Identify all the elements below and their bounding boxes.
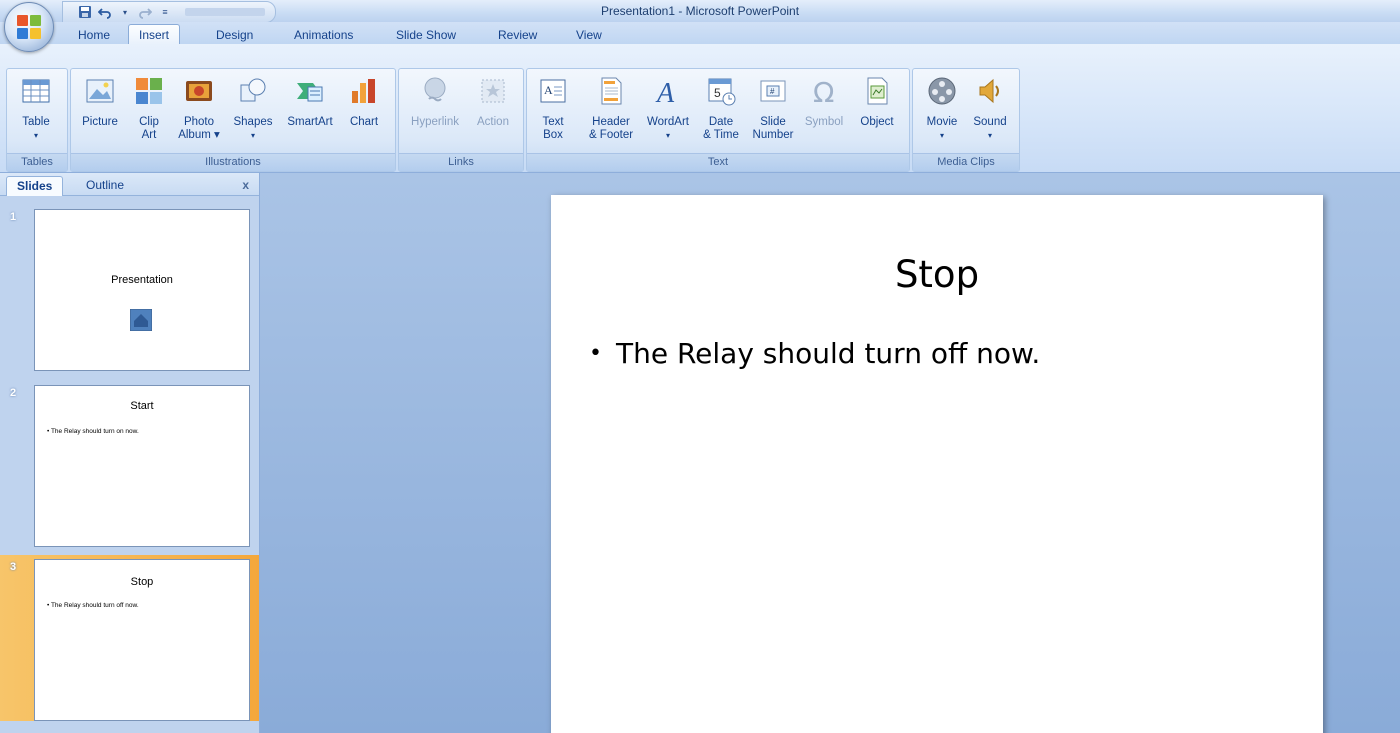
action-button: Action bbox=[469, 75, 517, 129]
movie-button[interactable]: Movie ▾ bbox=[919, 75, 965, 142]
slide-thumbnail-row[interactable]: 1 Presentation bbox=[0, 205, 259, 371]
office-button[interactable] bbox=[4, 2, 54, 52]
thumbnail-bullet: • The Relay should turn on now. bbox=[47, 428, 139, 435]
slide-title[interactable]: Stop bbox=[551, 253, 1323, 296]
tab-slides[interactable]: Slides bbox=[6, 176, 64, 196]
title-bar: ▾ ≡ Presentation1 - Microsoft PowerPoint bbox=[0, 0, 1400, 23]
ribbon: Table ▾ Tables Picture Clip Art Photo Al… bbox=[0, 44, 1400, 173]
tab-slide-show[interactable]: Slide Show bbox=[386, 26, 466, 44]
slide-number-icon: # bbox=[760, 80, 786, 102]
wordart-button[interactable]: A WordArt ▾ bbox=[643, 75, 693, 142]
slide-thumbnail[interactable]: Start • The Relay should turn on now. bbox=[34, 385, 250, 547]
slide-number-button[interactable]: # Slide Number bbox=[747, 75, 799, 142]
chart-button[interactable]: Chart bbox=[341, 75, 387, 129]
clip-art-icon bbox=[136, 78, 162, 104]
slide-number: 3 bbox=[10, 561, 17, 573]
smartart-button[interactable]: SmartArt bbox=[281, 75, 339, 129]
speaker-icon bbox=[979, 78, 999, 104]
table-icon bbox=[22, 79, 50, 103]
object-button[interactable]: Object bbox=[851, 75, 903, 129]
group-tables: Table ▾ Tables bbox=[6, 68, 68, 172]
bullet-text: The Relay should turn off now. bbox=[615, 337, 1041, 370]
wordart-icon: A bbox=[655, 78, 675, 109]
svg-text:Ω: Ω bbox=[813, 76, 834, 107]
office-logo-icon bbox=[17, 15, 41, 39]
action-icon bbox=[481, 79, 505, 103]
tab-review[interactable]: Review bbox=[488, 26, 547, 44]
group-label-text: Text bbox=[527, 153, 909, 171]
home-action-button-icon bbox=[130, 309, 152, 331]
tab-animations[interactable]: Animations bbox=[284, 26, 363, 44]
hyperlink-button: Hyperlink bbox=[403, 75, 467, 129]
date-time-icon: 5 bbox=[708, 78, 736, 106]
current-slide[interactable]: Stop • The Relay should turn off now. bbox=[551, 195, 1323, 733]
photo-album-button[interactable]: Photo Album ▾ bbox=[173, 75, 225, 142]
svg-text:A: A bbox=[544, 83, 553, 97]
tab-outline[interactable]: Outline bbox=[76, 176, 134, 195]
movie-reel-icon bbox=[928, 77, 956, 105]
sound-button[interactable]: Sound ▾ bbox=[967, 75, 1013, 142]
svg-text:A: A bbox=[655, 78, 675, 107]
slide-thumbnail-row[interactable]: 2 Start • The Relay should turn on now. bbox=[0, 381, 259, 547]
text-box-button[interactable]: A Text Box bbox=[533, 75, 573, 142]
tab-view[interactable]: View bbox=[566, 26, 612, 44]
smartart-icon bbox=[297, 83, 323, 102]
header-footer-button[interactable]: Header & Footer bbox=[581, 75, 641, 142]
close-pane-icon[interactable]: x bbox=[242, 178, 249, 192]
svg-text:5: 5 bbox=[714, 86, 721, 100]
slide-editing-area: Stop • The Relay should turn off now. bbox=[260, 173, 1400, 733]
group-label-illustrations: Illustrations bbox=[71, 153, 395, 171]
table-button[interactable]: Table ▾ bbox=[13, 75, 59, 142]
thumbnail-title: Presentation bbox=[111, 274, 173, 286]
hyperlink-icon bbox=[424, 77, 446, 102]
thumbnail-bullet: • The Relay should turn off now. bbox=[47, 602, 139, 609]
text-box-icon: A bbox=[540, 79, 566, 103]
picture-button[interactable]: Picture bbox=[75, 75, 125, 129]
clip-art-button[interactable]: Clip Art bbox=[129, 75, 169, 142]
group-label-links: Links bbox=[399, 153, 523, 171]
thumbnail-title: Stop bbox=[130, 576, 154, 588]
window-title: Presentation1 - Microsoft PowerPoint bbox=[600, 4, 800, 18]
ribbon-tabs: Home Insert Design Animations Slide Show… bbox=[0, 22, 1400, 45]
slide-thumbnail-row-selected[interactable]: 3 Stop • The Relay should turn off now. bbox=[0, 555, 259, 721]
group-label-tables: Tables bbox=[7, 153, 67, 171]
slide-bullet-text[interactable]: • The Relay should turn off now. bbox=[589, 337, 1040, 370]
group-links: Hyperlink Action Links bbox=[398, 68, 524, 172]
photo-album-icon bbox=[186, 81, 212, 101]
shapes-icon bbox=[240, 78, 266, 102]
shapes-button[interactable]: Shapes ▾ bbox=[229, 75, 277, 142]
header-footer-icon bbox=[601, 77, 622, 105]
tab-home[interactable]: Home bbox=[68, 26, 120, 44]
group-illustrations: Picture Clip Art Photo Album ▾ Shapes ▾ … bbox=[70, 68, 396, 172]
tab-insert[interactable]: Insert bbox=[128, 24, 181, 45]
slide-thumbnail[interactable]: Presentation bbox=[34, 209, 250, 371]
group-label-media-clips: Media Clips bbox=[913, 153, 1019, 171]
pane-tabs: Slides Outline x bbox=[0, 173, 259, 196]
bullet-marker: • bbox=[589, 341, 602, 366]
slide-number: 2 bbox=[10, 387, 17, 399]
slide-thumbnail[interactable]: Stop • The Relay should turn off now. bbox=[34, 559, 250, 721]
thumbnail-title: Start bbox=[130, 400, 154, 412]
date-time-button[interactable]: 5 Date & Time bbox=[697, 75, 745, 142]
omega-symbol-icon: Ω bbox=[813, 76, 834, 109]
svg-text:#: # bbox=[770, 87, 775, 96]
tab-design[interactable]: Design bbox=[206, 26, 263, 44]
slide-number: 1 bbox=[10, 211, 17, 223]
object-icon bbox=[867, 77, 888, 105]
group-text: A Text Box Header & Footer A WordArt ▾ 5… bbox=[526, 68, 910, 172]
group-media-clips: Movie ▾ Sound ▾ Media Clips bbox=[912, 68, 1020, 172]
symbol-button: Ω Symbol bbox=[804, 76, 844, 128]
slides-pane: Slides Outline x 1 Presentation 2 Start … bbox=[0, 173, 260, 733]
picture-icon bbox=[86, 79, 114, 103]
chart-icon bbox=[352, 79, 375, 103]
